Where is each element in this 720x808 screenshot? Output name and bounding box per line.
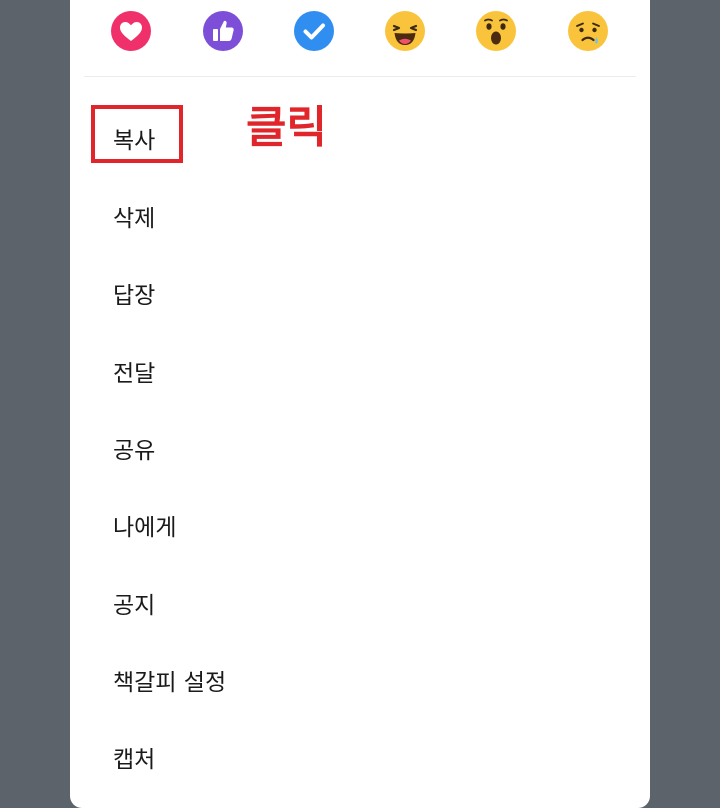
menu-item-capture[interactable]: 캡처: [70, 727, 650, 787]
menu-item-forward[interactable]: 전달: [70, 341, 650, 401]
reaction-thumbs-up-button[interactable]: [203, 11, 243, 51]
reaction-check-button[interactable]: [294, 11, 334, 51]
menu-item-notice[interactable]: 공지: [70, 573, 650, 633]
menu-item-bookmark[interactable]: 책갈피 설정: [70, 650, 650, 710]
reaction-laughing-button[interactable]: [385, 11, 425, 51]
reaction-surprised-button[interactable]: [476, 11, 516, 51]
click-annotation: 클릭: [246, 102, 327, 153]
menu-item-share[interactable]: 공유: [70, 418, 650, 478]
menu-item-label: 나에게: [113, 515, 177, 541]
menu-item-label: 답장: [113, 283, 156, 309]
heart-icon: [111, 11, 151, 51]
menu-item-reply[interactable]: 답장: [70, 263, 650, 323]
check-icon: [294, 11, 334, 51]
sad-face-icon: [568, 11, 608, 51]
reaction-heart-button[interactable]: [111, 11, 151, 51]
message-action-sheet: 복사 삭제 답장 전달 공유 나에게 공지 책갈피 설정 캡처 클릭: [70, 0, 650, 808]
menu-item-label: 책갈피 설정: [113, 670, 227, 696]
laughing-face-icon: [385, 11, 425, 51]
reaction-bar: [70, 0, 650, 76]
menu-item-label: 공지: [113, 593, 156, 619]
menu-item-label: 공유: [113, 438, 156, 464]
reaction-divider: [84, 76, 636, 77]
menu-item-to-me[interactable]: 나에게: [70, 495, 650, 555]
surprised-face-icon: [476, 11, 516, 51]
click-highlight-box: [91, 105, 183, 163]
menu-item-label: 캡처: [113, 747, 156, 773]
thumbs-up-icon: [203, 11, 243, 51]
reaction-sad-button[interactable]: [568, 11, 608, 51]
menu-item-label: 삭제: [113, 206, 156, 232]
menu-item-delete[interactable]: 삭제: [70, 186, 650, 246]
menu-item-label: 전달: [113, 361, 156, 387]
